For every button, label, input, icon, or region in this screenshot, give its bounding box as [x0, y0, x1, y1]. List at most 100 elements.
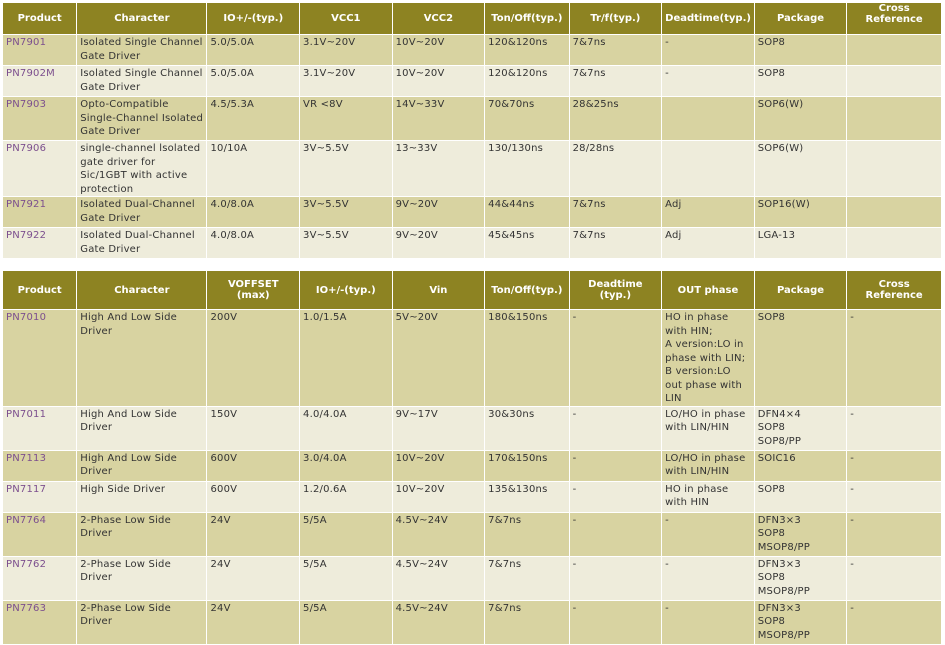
- col-header-product: Product: [3, 271, 77, 309]
- cell-vcc1: 3V~5.5V: [300, 141, 392, 196]
- cell-vin: 10V~20V: [392, 481, 485, 512]
- cell-character: single-channel lsolated gate driver for …: [77, 141, 207, 196]
- cell-ton-off: 170&150ns: [485, 450, 569, 481]
- table-row: PN7763 2-Phase Low Side Driver 24V 5/5A 4.5V…: [3, 600, 941, 644]
- cell-deadtime: -: [662, 35, 754, 65]
- cell-package: SOP6(W): [754, 141, 847, 196]
- cell-io: 1.2/0.6A: [300, 481, 392, 512]
- cell-vcc1: 3.1V~20V: [300, 66, 392, 96]
- col-header-product: Product: [3, 3, 77, 34]
- product-link[interactable]: PN7901: [3, 35, 77, 65]
- cell-vin: 4.5V~24V: [392, 600, 485, 644]
- table-header-row: Product Character VOFFSET (max) IO+/-(ty…: [3, 271, 941, 309]
- product-link[interactable]: PN7010: [3, 310, 77, 406]
- cell-package: DFN3×3 SOP8 MSOP8/PP: [754, 512, 847, 556]
- cell-cross-reference: [847, 97, 941, 140]
- cell-deadtime: -: [569, 600, 662, 644]
- cell-vcc2: 13~33V: [392, 141, 485, 196]
- col-header-vcc1: VCC1: [300, 3, 392, 34]
- cell-out-phase: -: [662, 600, 754, 644]
- product-link[interactable]: PN7903: [3, 97, 77, 140]
- cell-out-phase: LO/HO in phase with LIN/HIN: [662, 406, 754, 450]
- cell-io: 5/5A: [300, 600, 392, 644]
- table-row: PN7117 High Side Driver 600V 1.2/0.6A 10V~20…: [3, 481, 941, 512]
- cell-character: Isolated Dual-Channel Gate Driver: [77, 228, 207, 258]
- cell-io: 3.0/4.0A: [300, 450, 392, 481]
- cell-vcc1: 3V~5.5V: [300, 197, 392, 227]
- cell-package: DFN3×3 SOP8 MSOP8/PP: [754, 600, 847, 644]
- table-body: PN7010 High And Low Side Driver 200V 1.0/1.…: [3, 310, 941, 644]
- cell-cross-reference: -: [847, 450, 941, 481]
- cell-deadtime: [662, 141, 754, 196]
- table-row: PN7922 Isolated Dual-Channel Gate Driver 4…: [3, 228, 941, 258]
- cell-io: 5.0/5.0A: [207, 66, 300, 96]
- col-header-ton-off: Ton/Off(typ.): [485, 3, 569, 34]
- product-link[interactable]: PN7921: [3, 197, 77, 227]
- cell-package: SOP8: [754, 481, 847, 512]
- cell-tr-f: 7&7ns: [569, 197, 662, 227]
- cell-ton-off: 30&30ns: [485, 406, 569, 450]
- cell-character: 2-Phase Low Side Driver: [77, 512, 207, 556]
- table-row: PN7010 High And Low Side Driver 200V 1.0/1.…: [3, 310, 941, 406]
- cell-io: 4.0/4.0A: [300, 406, 392, 450]
- cell-io: 5/5A: [300, 556, 392, 600]
- cell-tr-f: 7&7ns: [569, 66, 662, 96]
- half-bridge-driver-table: Product Character VOFFSET (max) IO+/-(ty…: [2, 270, 942, 645]
- cell-vin: 9V~17V: [392, 406, 485, 450]
- cell-cross-reference: [847, 228, 941, 258]
- cell-deadtime: -: [569, 556, 662, 600]
- product-link[interactable]: PN7922: [3, 228, 77, 258]
- col-header-character: Character: [77, 271, 207, 309]
- product-link[interactable]: PN7113: [3, 450, 77, 481]
- cell-io: 5.0/5.0A: [207, 35, 300, 65]
- table-row: PN7921 Isolated Dual-Channel Gate Driver 4…: [3, 197, 941, 227]
- table-row: PN7906 single-channel lsolated gate drive…: [3, 141, 941, 196]
- cell-deadtime: -: [569, 406, 662, 450]
- product-link[interactable]: PN7117: [3, 481, 77, 512]
- col-header-cross-reference: Cross Reference: [847, 271, 941, 309]
- cell-voffset: 24V: [207, 556, 300, 600]
- cell-vcc1: VR <8V: [300, 97, 392, 140]
- cell-deadtime: -: [569, 512, 662, 556]
- cell-character: Opto-Compatible Single-Channel Isolated …: [77, 97, 207, 140]
- table-row: PN7901 Isolated Single Channel Gate Drive…: [3, 35, 941, 65]
- cell-package: SOP8: [754, 35, 847, 65]
- cell-package: SOP16(W): [754, 197, 847, 227]
- cell-deadtime: Adj: [662, 228, 754, 258]
- cell-package: SOP8: [754, 66, 847, 96]
- cell-tr-f: 7&7ns: [569, 35, 662, 65]
- cell-deadtime: -: [662, 66, 754, 96]
- product-link[interactable]: PN7906: [3, 141, 77, 196]
- cell-character: High And Low Side Driver: [77, 310, 207, 406]
- product-link[interactable]: PN7763: [3, 600, 77, 644]
- cell-ton-off: 120&120ns: [485, 35, 569, 65]
- cell-character: High Side Driver: [77, 481, 207, 512]
- cell-ton-off: 44&44ns: [485, 197, 569, 227]
- cell-cross-reference: -: [847, 600, 941, 644]
- product-link[interactable]: PN7011: [3, 406, 77, 450]
- table-row: PN7903 Opto-Compatible Single-Channel Iso…: [3, 97, 941, 140]
- product-link[interactable]: PN7902M: [3, 66, 77, 96]
- table-header-row: Product Character IO+/-(typ.) VCC1 VCC2 …: [3, 3, 941, 34]
- col-header-character: Character: [77, 3, 207, 34]
- cell-io: 4.0/8.0A: [207, 197, 300, 227]
- cell-ton-off: 130/130ns: [485, 141, 569, 196]
- cell-cross-reference: [847, 141, 941, 196]
- cell-out-phase: HO in phase with HIN; A version:LO in pha…: [662, 310, 754, 406]
- product-link[interactable]: PN7762: [3, 556, 77, 600]
- col-header-voffset: VOFFSET (max): [207, 271, 300, 309]
- cell-vin: 10V~20V: [392, 450, 485, 481]
- cell-cross-reference: -: [847, 310, 941, 406]
- col-header-out-phase: OUT phase: [662, 271, 754, 309]
- cell-vcc2: 9V~20V: [392, 197, 485, 227]
- cell-out-phase: -: [662, 556, 754, 600]
- cell-tr-f: 28/28ns: [569, 141, 662, 196]
- table-body: PN7901 Isolated Single Channel Gate Drive…: [3, 35, 941, 258]
- cell-ton-off: 180&150ns: [485, 310, 569, 406]
- cell-deadtime: -: [569, 481, 662, 512]
- cell-ton-off: 120&120ns: [485, 66, 569, 96]
- cell-vcc1: 3.1V~20V: [300, 35, 392, 65]
- isolated-gate-driver-table: Product Character IO+/-(typ.) VCC1 VCC2 …: [2, 2, 942, 259]
- product-link[interactable]: PN7764: [3, 512, 77, 556]
- cell-cross-reference: [847, 66, 941, 96]
